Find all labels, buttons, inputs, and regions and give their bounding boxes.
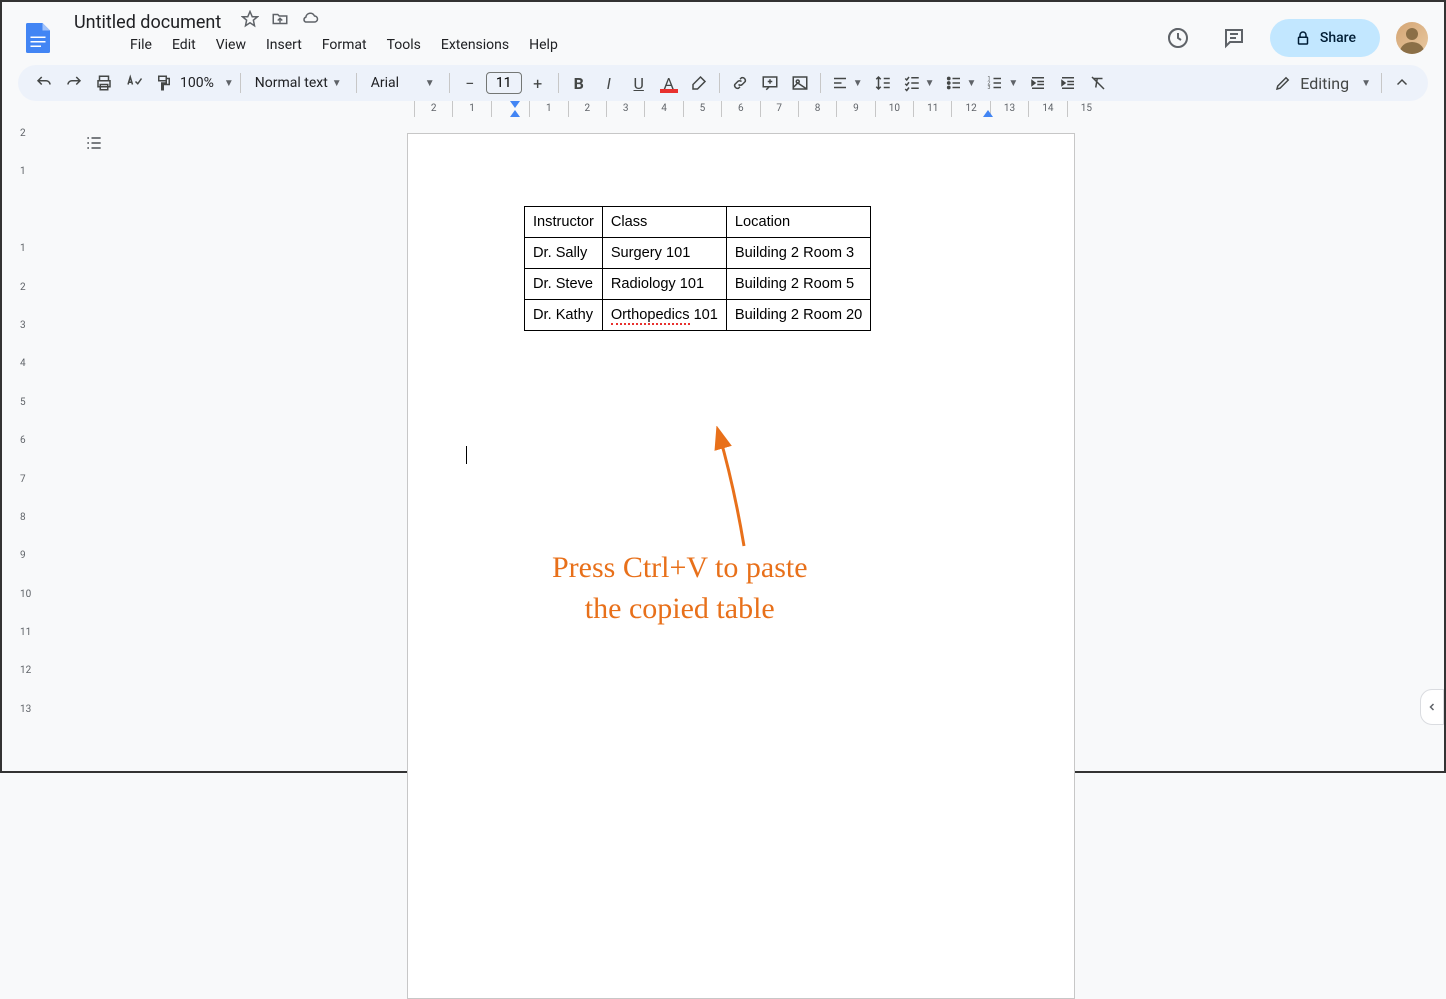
content-area: 2112345678910111213 21123456789101112131…	[2, 101, 1444, 760]
redo-button[interactable]	[60, 69, 88, 97]
share-button-label: Share	[1320, 30, 1356, 46]
bold-button[interactable]: B	[565, 69, 593, 97]
table-cell[interactable]: Dr. Sally	[525, 238, 603, 269]
share-button[interactable]: Share	[1270, 19, 1380, 57]
vertical-ruler: 2112345678910111213	[2, 101, 38, 760]
table-cell[interactable]: Radiology 101	[602, 269, 726, 300]
align-button[interactable]: ▼	[827, 69, 867, 97]
table-header-cell[interactable]: Instructor	[525, 207, 603, 238]
zoom-dropdown[interactable]: 100%▼	[180, 75, 234, 91]
spellcheck-button[interactable]	[120, 69, 148, 97]
table-row: Dr. Steve Radiology 101 Building 2 Room …	[525, 269, 871, 300]
history-icon[interactable]	[1158, 18, 1198, 58]
print-button[interactable]	[90, 69, 118, 97]
menu-insert[interactable]: Insert	[258, 33, 310, 57]
pencil-icon	[1274, 74, 1292, 92]
separator	[719, 73, 720, 93]
table-row: Dr. Kathy Orthopedics 101 Building 2 Roo…	[525, 300, 871, 331]
menu-format[interactable]: Format	[314, 33, 375, 57]
italic-button[interactable]: I	[595, 69, 623, 97]
table-cell[interactable]: Dr. Steve	[525, 269, 603, 300]
collapse-toolbar-button[interactable]	[1388, 69, 1416, 97]
separator	[449, 73, 450, 93]
text-color-button[interactable]: A	[655, 69, 683, 97]
cloud-status-icon[interactable]	[301, 10, 319, 32]
side-panel-toggle[interactable]	[1420, 689, 1444, 725]
clear-format-button[interactable]	[1084, 69, 1112, 97]
font-size-increase[interactable]: +	[524, 69, 552, 97]
increase-indent-button[interactable]	[1054, 69, 1082, 97]
toolbar: 100%▼ Normal text▼ Arial▼ − 11 + B I U A…	[18, 65, 1428, 101]
chevron-down-icon: ▼	[967, 78, 977, 89]
chevron-down-icon: ▼	[332, 78, 342, 89]
avatar[interactable]	[1396, 22, 1428, 54]
font-size-decrease[interactable]: −	[456, 69, 484, 97]
svg-text:3: 3	[988, 85, 991, 91]
document-title[interactable]: Untitled document	[66, 10, 229, 35]
table-cell[interactable]: Surgery 101	[602, 238, 726, 269]
menu-help[interactable]: Help	[521, 33, 566, 57]
font-dropdown[interactable]: Arial▼	[363, 69, 443, 97]
separator	[356, 73, 357, 93]
paint-format-button[interactable]	[150, 69, 178, 97]
document-table[interactable]: Instructor Class Location Dr. Sally Surg…	[524, 206, 871, 331]
horizontal-ruler: 21123456789101112131415	[38, 101, 1444, 117]
underline-button[interactable]: U	[625, 69, 653, 97]
indent-marker-first[interactable]	[510, 101, 520, 108]
menu-extensions[interactable]: Extensions	[433, 33, 517, 57]
comments-icon[interactable]	[1214, 18, 1254, 58]
chevron-down-icon: ▼	[425, 78, 435, 89]
undo-button[interactable]	[30, 69, 58, 97]
line-spacing-button[interactable]	[869, 69, 897, 97]
docs-logo[interactable]	[18, 18, 58, 58]
table-cell[interactable]: Orthopedics 101	[602, 300, 726, 331]
table-cell[interactable]: Building 2 Room 20	[726, 300, 870, 331]
table-header-cell[interactable]: Location	[726, 207, 870, 238]
table-cell[interactable]: Building 2 Room 3	[726, 238, 870, 269]
menu-file[interactable]: File	[122, 33, 160, 57]
separator	[1381, 73, 1382, 93]
chevron-down-icon: ▼	[925, 78, 935, 89]
style-dropdown[interactable]: Normal text▼	[247, 69, 350, 97]
annotation-text: Press Ctrl+V to paste the copied table	[552, 548, 808, 629]
table-cell[interactable]: Building 2 Room 5	[726, 269, 870, 300]
indent-marker-left[interactable]	[510, 110, 520, 117]
highlight-button[interactable]	[685, 69, 713, 97]
table-row: Dr. Sally Surgery 101 Building 2 Room 3	[525, 238, 871, 269]
numbered-list-button[interactable]: 123▼	[982, 69, 1022, 97]
star-icon[interactable]	[241, 10, 259, 32]
font-size-input[interactable]: 11	[486, 72, 522, 94]
decrease-indent-button[interactable]	[1024, 69, 1052, 97]
insert-link-button[interactable]	[726, 69, 754, 97]
header: Untitled document File Edit View Insert …	[2, 2, 1444, 65]
menu-view[interactable]: View	[208, 33, 254, 57]
bulleted-list-button[interactable]: ▼	[941, 69, 981, 97]
chevron-down-icon: ▼	[1361, 78, 1371, 89]
chevron-down-icon: ▼	[853, 78, 863, 89]
spell-error: Orthopedics	[611, 307, 690, 325]
insert-image-button[interactable]	[786, 69, 814, 97]
add-comment-button[interactable]	[756, 69, 784, 97]
chevron-down-icon: ▼	[224, 78, 234, 89]
table-row: Instructor Class Location	[525, 207, 871, 238]
move-icon[interactable]	[271, 10, 289, 32]
table-header-cell[interactable]: Class	[602, 207, 726, 238]
editing-mode-dropdown[interactable]: Editing ▼	[1270, 69, 1375, 97]
menu-tools[interactable]: Tools	[379, 33, 429, 57]
checklist-button[interactable]: ▼	[899, 69, 939, 97]
separator	[820, 73, 821, 93]
menu-edit[interactable]: Edit	[164, 33, 204, 57]
menubar: File Edit View Insert Format Tools Exten…	[66, 33, 1150, 65]
chevron-down-icon: ▼	[1008, 78, 1018, 89]
separator	[240, 73, 241, 93]
table-cell[interactable]: Dr. Kathy	[525, 300, 603, 331]
separator	[558, 73, 559, 93]
indent-marker-right[interactable]	[983, 110, 993, 117]
text-cursor	[466, 446, 467, 464]
lock-icon	[1294, 29, 1312, 47]
